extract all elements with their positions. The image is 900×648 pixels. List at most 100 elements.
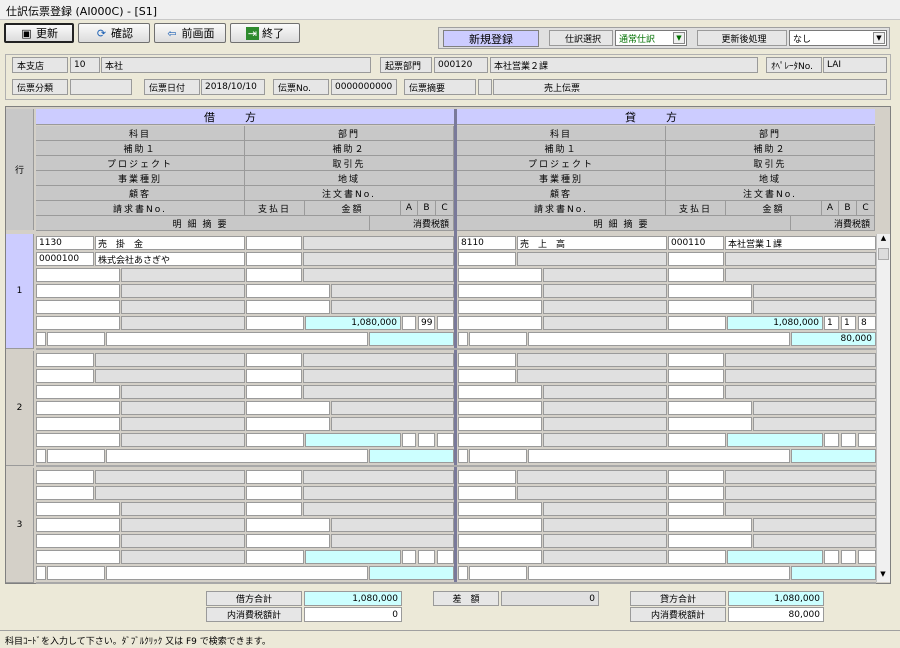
debit-region-code[interactable] [246,401,330,415]
debit-detail-text[interactable] [106,332,368,346]
debit-region-code[interactable] [246,518,330,532]
credit-partner-name[interactable] [725,385,876,399]
credit-dept-name[interactable] [725,470,876,484]
credit-dept-name[interactable] [725,353,876,367]
debit-sub2-code[interactable] [246,252,302,266]
slip-type-value[interactable] [70,79,132,95]
debit-project-code[interactable] [36,268,120,282]
debit-partner-code[interactable] [246,502,302,516]
debit-sub2-name[interactable] [303,252,454,266]
credit-sub1-name[interactable] [517,486,667,500]
debit-detail-text[interactable] [106,449,368,463]
credit-dept-code[interactable] [668,353,724,367]
credit-flag-a[interactable] [824,433,839,447]
credit-customer-code[interactable] [458,534,542,548]
debit-sub2-code[interactable] [246,486,302,500]
credit-flag-c[interactable]: 8 [858,316,876,330]
credit-project-name[interactable] [543,268,667,282]
credit-region-code[interactable] [668,518,752,532]
update-button[interactable]: ▣ 更新 [4,23,74,43]
debit-invoice-no[interactable] [36,316,120,330]
debit-invoice-name[interactable] [121,433,245,447]
credit-customer-code[interactable] [458,417,542,431]
credit-business-code[interactable] [458,401,542,415]
debit-project-name[interactable] [121,502,245,516]
credit-region-name[interactable] [753,284,876,298]
credit-flag-a[interactable]: 1 [824,316,839,330]
debit-detail-sub[interactable] [47,449,105,463]
debit-partner-code[interactable] [246,385,302,399]
credit-tax[interactable] [791,566,876,580]
credit-order-name[interactable] [753,534,876,548]
credit-partner-code[interactable] [668,268,724,282]
debit-region-name[interactable] [331,518,454,532]
credit-tax[interactable]: 80,000 [791,332,876,346]
debit-sub1-name[interactable] [95,369,245,383]
credit-region-name[interactable] [753,401,876,415]
debit-region-code[interactable] [246,284,330,298]
credit-order-no[interactable] [668,417,752,431]
debit-detail-text[interactable] [106,566,368,580]
credit-dept-code[interactable] [668,470,724,484]
debit-dept-code[interactable] [246,353,302,367]
debit-sub1-name[interactable]: 株式会社あさぎや [95,252,245,266]
debit-sub1-code[interactable] [36,486,94,500]
journal-select-dropdown[interactable]: 通常仕訳 ▼ [615,30,687,46]
credit-invoice-name[interactable] [543,316,667,330]
chevron-down-icon[interactable]: ▼ [873,32,885,44]
slip-date-value[interactable]: 2018/10/10 [201,79,265,95]
debit-invoice-no[interactable] [36,433,120,447]
credit-invoice-name[interactable] [543,550,667,564]
scroll-down-icon[interactable]: ▼ [877,570,889,582]
debit-project-code[interactable] [36,502,120,516]
debit-order-no[interactable] [246,534,330,548]
debit-detail-code[interactable] [36,449,46,463]
debit-amount[interactable]: 1,080,000 [305,316,401,330]
prev-screen-button[interactable]: ⇦ 前画面 [154,23,226,43]
credit-detail-sub[interactable] [469,566,527,580]
credit-business-name[interactable] [543,518,667,532]
debit-project-name[interactable] [121,268,245,282]
debit-flag-b[interactable] [418,550,435,564]
credit-invoice-name[interactable] [543,433,667,447]
debit-region-name[interactable] [331,401,454,415]
credit-project-name[interactable] [543,385,667,399]
credit-sub1-name[interactable] [517,252,667,266]
credit-order-no[interactable] [668,300,752,314]
debit-pay-date[interactable] [246,316,304,330]
debit-account-name[interactable]: 売 掛 金 [95,236,245,250]
credit-detail-sub[interactable] [469,449,527,463]
debit-amount[interactable] [305,550,401,564]
debit-detail-code[interactable] [36,566,46,580]
credit-detail-text[interactable] [528,332,790,346]
credit-flag-c[interactable] [858,550,876,564]
debit-business-name[interactable] [121,284,245,298]
debit-detail-sub[interactable] [47,332,105,346]
debit-customer-code[interactable] [36,417,120,431]
credit-detail-text[interactable] [528,566,790,580]
debit-sub1-name[interactable] [95,486,245,500]
debit-business-code[interactable] [36,284,120,298]
debit-flag-a[interactable] [402,550,416,564]
credit-order-name[interactable] [753,417,876,431]
debit-dept-name[interactable] [303,470,454,484]
credit-customer-name[interactable] [543,300,667,314]
row-number[interactable]: 2 [6,351,34,466]
credit-partner-name[interactable] [725,502,876,516]
debit-project-name[interactable] [121,385,245,399]
credit-project-code[interactable] [458,502,542,516]
debit-region-name[interactable] [331,284,454,298]
credit-sub1-name[interactable] [517,369,667,383]
debit-sub2-code[interactable] [246,369,302,383]
credit-invoice-no[interactable] [458,550,542,564]
credit-business-name[interactable] [543,284,667,298]
credit-partner-code[interactable] [668,385,724,399]
credit-business-code[interactable] [458,518,542,532]
debit-partner-code[interactable] [246,268,302,282]
credit-region-code[interactable] [668,401,752,415]
credit-account-code[interactable]: 8110 [458,236,516,250]
debit-customer-name[interactable] [121,534,245,548]
debit-order-no[interactable] [246,417,330,431]
debit-customer-name[interactable] [121,300,245,314]
debit-tax[interactable] [369,566,454,580]
